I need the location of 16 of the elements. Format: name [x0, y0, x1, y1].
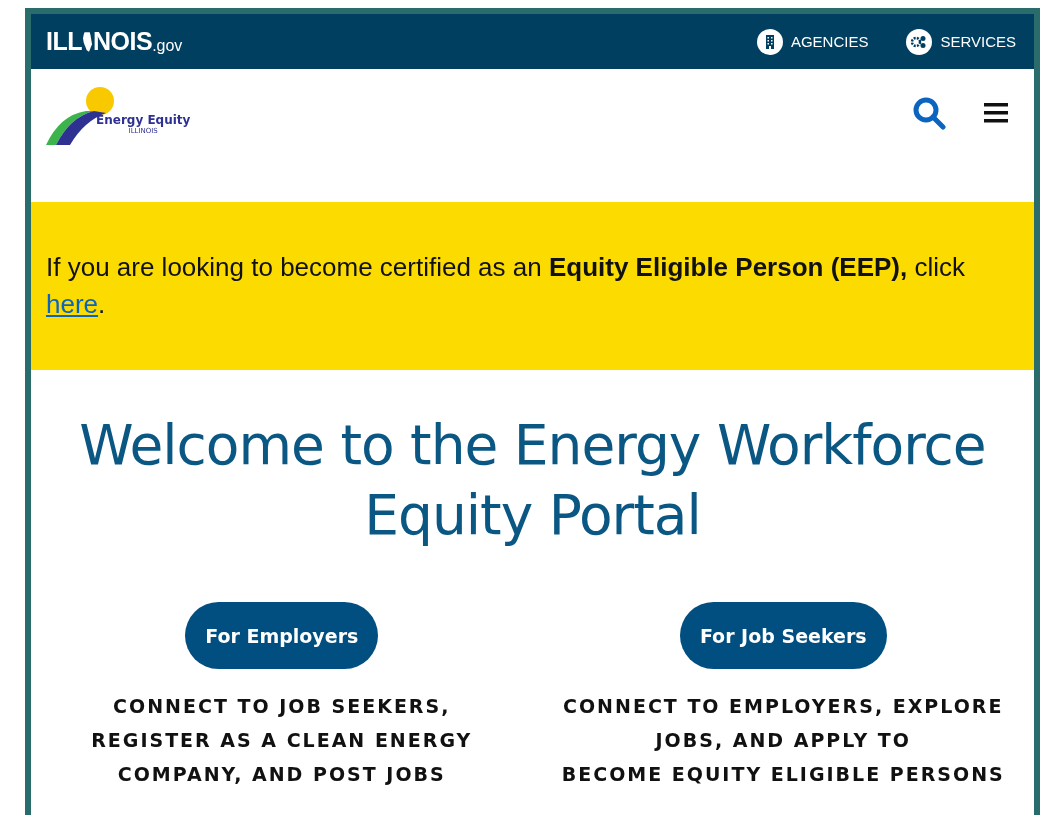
building-icon [756, 28, 783, 55]
notice-text: If you are looking to become certified as an Equity Eligible Person (EEP), click here. [46, 251, 967, 321]
search-icon[interactable] [912, 96, 946, 130]
page-heading: Welcome to the Energy Workforce Equity Portal [78, 412, 987, 549]
gears-icon [906, 28, 933, 55]
menu-icon[interactable] [984, 103, 1008, 123]
audience-description: CONNECT TO JOB SEEKERS, REGISTER AS A CLEAN ENERGY COMPANY, AND POST JOBS [91, 694, 473, 787]
top-nav-link[interactable]: AGENCIES [756, 28, 869, 55]
here-link[interactable]: here [46, 289, 99, 319]
audience-button[interactable]: For Employers [185, 602, 379, 669]
logo-name: Energy Equity [96, 113, 191, 127]
state-shape-icon [83, 30, 92, 53]
illinois-gov-logo[interactable]: ILL NOIS.gov [46, 27, 183, 56]
audience-button[interactable]: For Job Seekers [679, 602, 887, 669]
audience-description: CONNECT TO EMPLOYERS, EXPLORE JOBS, AND APPLY TO BECOME EQUITY ELIGIBLE PERSONS [561, 694, 1005, 787]
top-nav-link[interactable]: SERVICES [906, 28, 1016, 55]
